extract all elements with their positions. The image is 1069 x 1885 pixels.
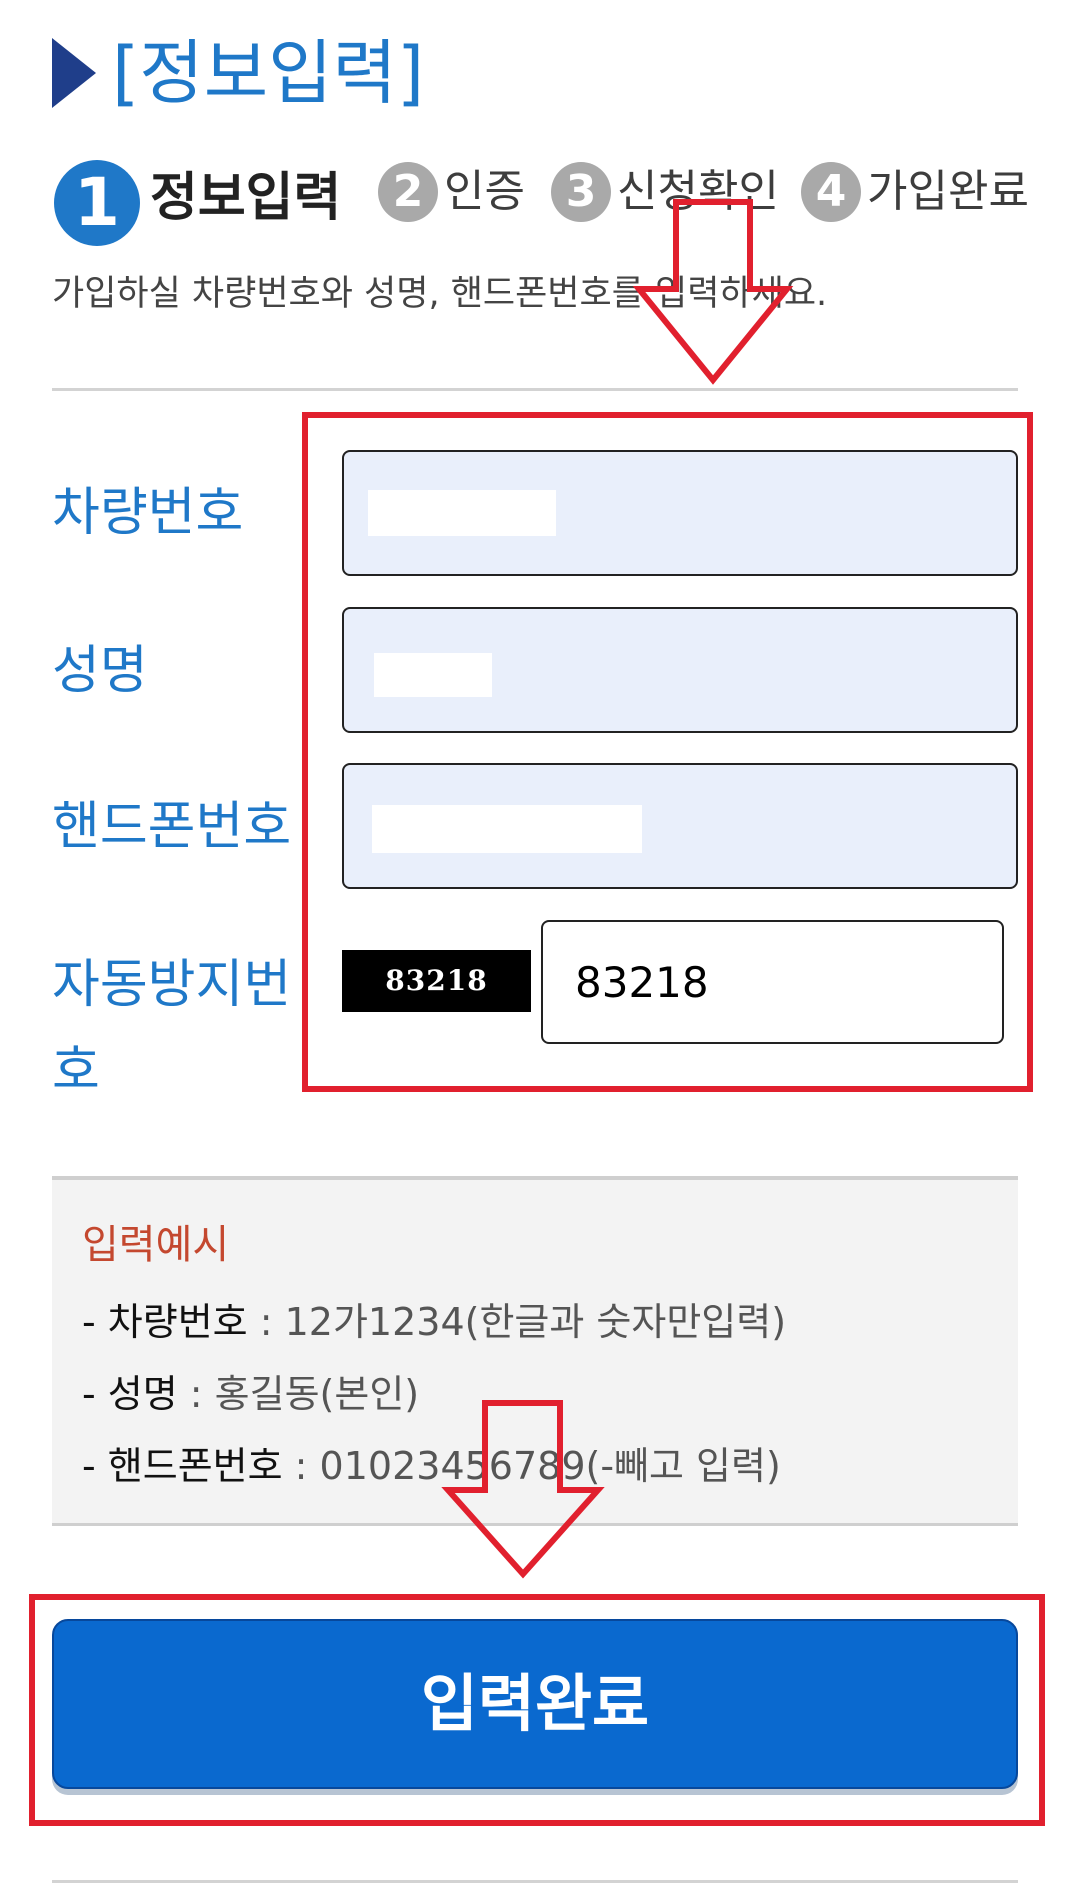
example-value: : 01023456789(-빼고 입력) [282, 1444, 781, 1488]
bottom-divider [52, 1880, 1018, 1883]
page-title: [정보입력] [112, 32, 425, 114]
example-phone: - 핸드폰번호 : 01023456789(-빼고 입력) [82, 1438, 781, 1494]
example-key: - 차량번호 [82, 1300, 248, 1344]
example-title: 입력예시 [82, 1222, 230, 1268]
title-arrow-icon [52, 38, 96, 108]
step-3-icon: 3 [551, 162, 611, 222]
instruction-text: 가입하실 차량번호와 성명, 핸드폰번호를 입력하세요. [52, 274, 828, 314]
step-3-label: 신청확인 [617, 166, 779, 217]
step-2-icon: 2 [378, 162, 438, 222]
divider [52, 388, 1018, 391]
name-label: 성명 [52, 641, 148, 701]
step-4-icon: 4 [801, 162, 861, 222]
phone-label: 핸드폰번호 [52, 797, 292, 857]
captcha-label: 자동방지번 [52, 955, 292, 1015]
car-number-label: 차량번호 [52, 483, 244, 543]
example-value: : 12가1234(한글과 숫자만입력) [247, 1300, 787, 1344]
captcha-label-continued: 호 [52, 1041, 100, 1101]
example-car-number: - 차량번호 : 12가1234(한글과 숫자만입력) [82, 1294, 786, 1350]
example-value: : 홍길동(본인) [177, 1372, 420, 1416]
form-highlight-box [302, 412, 1033, 1092]
step-1-label: 정보입력 [150, 168, 342, 228]
button-highlight-box [29, 1594, 1045, 1826]
example-name: - 성명 : 홍길동(본인) [82, 1366, 419, 1422]
step-1-icon: 1 [54, 160, 140, 246]
example-key: - 성명 [82, 1372, 178, 1416]
example-key: - 핸드폰번호 [82, 1444, 283, 1488]
step-4-label: 가입완료 [867, 166, 1029, 217]
step-2-label: 인증 [444, 166, 525, 217]
